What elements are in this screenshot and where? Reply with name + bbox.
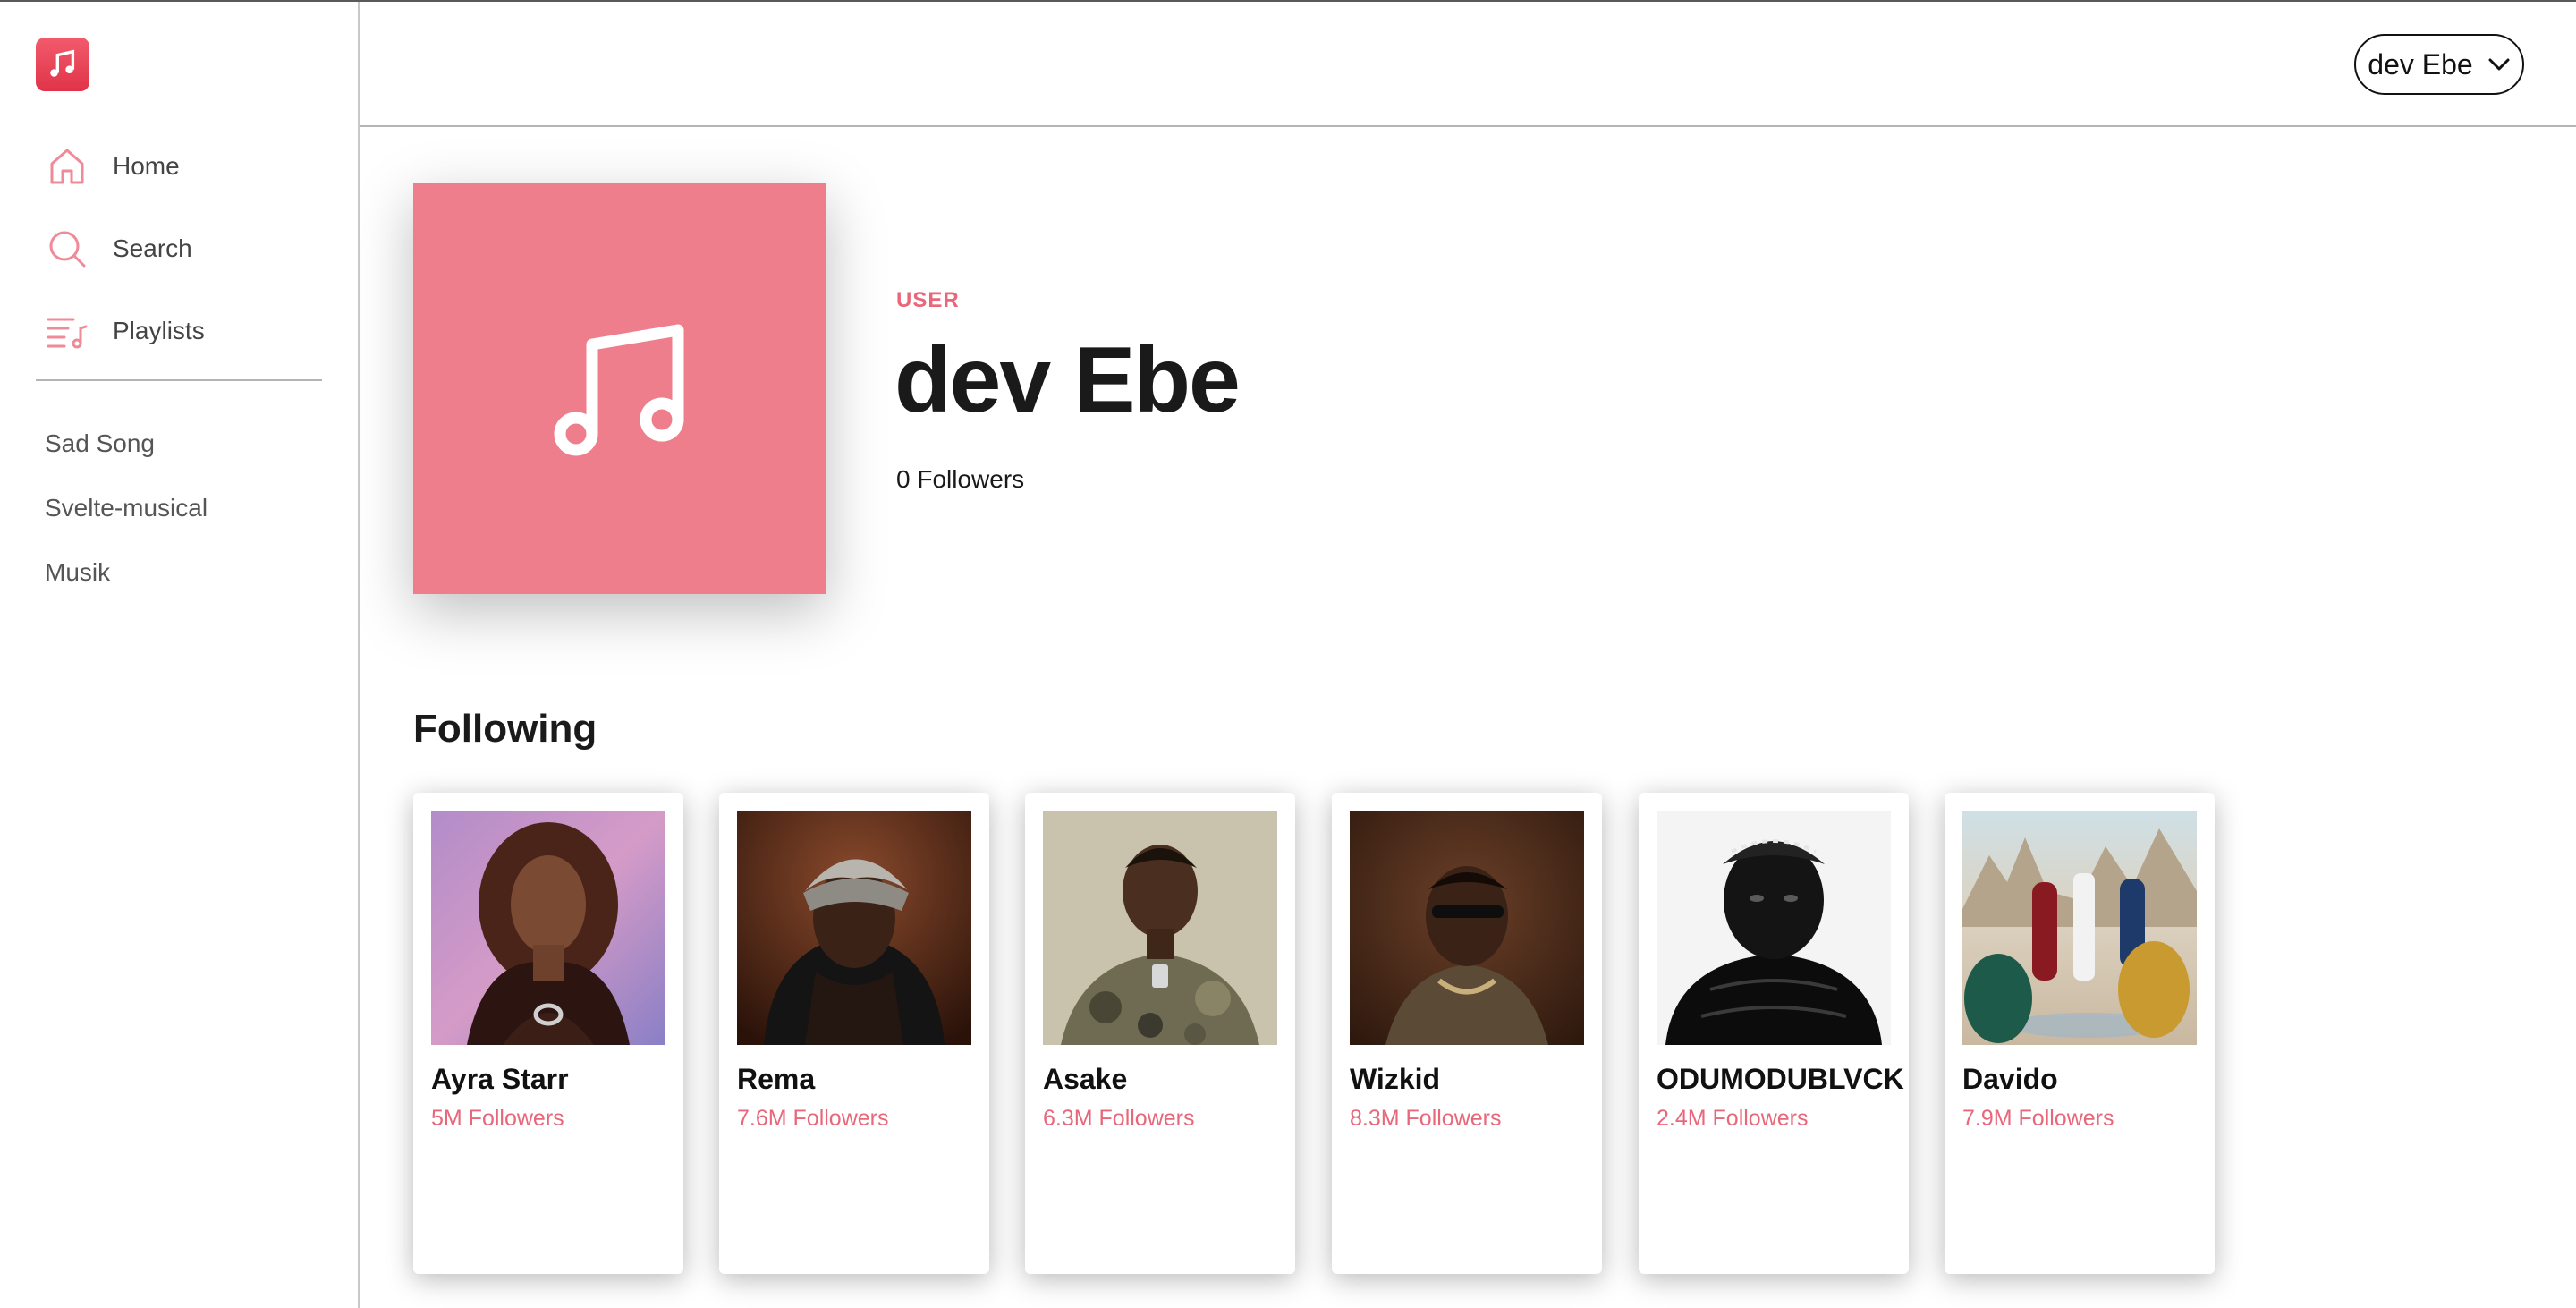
- app-logo[interactable]: [36, 38, 89, 91]
- artist-image: [431, 811, 665, 1045]
- top-bar: dev Ebe: [360, 2, 2576, 127]
- playlist-item[interactable]: Musik: [45, 558, 110, 587]
- artist-followers: 2.4M Followers: [1657, 1106, 1809, 1131]
- artist-card[interactable]: ODUMODUBLVCK 2.4M Followers: [1639, 793, 1909, 1274]
- playlist-item[interactable]: Svelte-musical: [45, 494, 208, 522]
- artist-followers: 8.3M Followers: [1350, 1106, 1502, 1131]
- artist-card[interactable]: Davido 7.9M Followers: [1945, 793, 2215, 1274]
- artist-card[interactable]: Rema 7.6M Followers: [719, 793, 989, 1274]
- main-content: USER dev Ebe 0 Followers Following Ayra …: [360, 129, 2576, 1308]
- music-note-icon: [50, 49, 75, 77]
- nav-playlists[interactable]: Playlists: [45, 304, 331, 358]
- artist-card[interactable]: Asake 6.3M Followers: [1025, 793, 1295, 1274]
- artist-followers: 6.3M Followers: [1043, 1106, 1195, 1131]
- artist-image: [1043, 811, 1277, 1045]
- following-title: Following: [413, 707, 597, 751]
- music-note-icon: [554, 324, 684, 456]
- sidebar-divider: [36, 379, 322, 381]
- profile-followers: 0 Followers: [896, 465, 1025, 493]
- profile-type-label: USER: [896, 288, 960, 312]
- artist-image: [1962, 811, 2197, 1045]
- artist-followers: 7.6M Followers: [737, 1106, 889, 1131]
- search-icon: [45, 226, 89, 271]
- artist-name: Wizkid: [1350, 1063, 1441, 1095]
- artist-name: Ayra Starr: [431, 1063, 569, 1095]
- nav-search[interactable]: Search: [45, 222, 331, 276]
- nav-home-label: Home: [113, 152, 180, 180]
- profile-name: dev Ebe: [894, 328, 1241, 432]
- home-icon: [45, 144, 89, 189]
- app-window: Home Search Playlists Sad Song Svelte-mu…: [0, 0, 2576, 1308]
- nav-playlists-label: Playlists: [113, 317, 205, 344]
- nav-search-label: Search: [113, 234, 192, 262]
- artist-followers: 7.9M Followers: [1962, 1106, 2114, 1131]
- profile-cover: [413, 183, 826, 594]
- nav-home[interactable]: Home: [45, 140, 331, 193]
- artist-image: [1657, 811, 1891, 1045]
- artist-image: [737, 811, 971, 1045]
- artist-name: Rema: [737, 1063, 816, 1095]
- artist-name: ODUMODUBLVCK: [1657, 1063, 1904, 1095]
- artist-card[interactable]: Wizkid 8.3M Followers: [1332, 793, 1602, 1274]
- artist-followers: 5M Followers: [431, 1106, 564, 1131]
- user-menu-name: dev Ebe: [2368, 47, 2473, 81]
- artist-name: Asake: [1043, 1063, 1128, 1095]
- chevron-down-icon: [2488, 58, 2510, 71]
- artist-image: [1350, 811, 1584, 1045]
- artist-card[interactable]: Ayra Starr 5M Followers: [413, 793, 683, 1274]
- artist-name: Davido: [1962, 1063, 2058, 1095]
- playlist-item[interactable]: Sad Song: [45, 429, 155, 458]
- user-menu-button[interactable]: dev Ebe: [2354, 34, 2524, 95]
- sidebar: Home Search Playlists Sad Song Svelte-mu…: [0, 2, 360, 1308]
- playlist-icon: [45, 309, 89, 353]
